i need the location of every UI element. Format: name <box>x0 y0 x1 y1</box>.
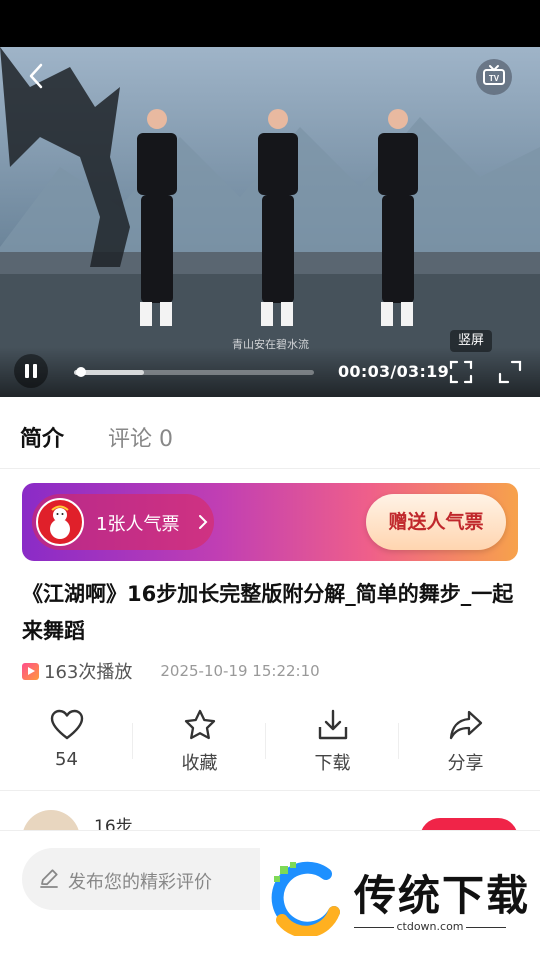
like-button[interactable]: 54 <box>0 703 133 791</box>
heart-icon <box>50 709 83 740</box>
tab-intro[interactable]: 简介 <box>15 421 73 453</box>
like-count: 54 <box>55 749 78 770</box>
player-controls: 00:03/03:19 <box>0 347 540 397</box>
tab-comments[interactable]: 评论 0 <box>108 421 173 453</box>
logo-brand: 传统下载 <box>354 871 531 920</box>
popularity-banner: 1张人气票 赠送人气票 <box>22 483 518 561</box>
share-icon <box>449 710 482 740</box>
fullscreen-icon[interactable] <box>448 359 474 385</box>
svg-text:TV: TV <box>489 74 500 83</box>
download-icon <box>318 709 347 740</box>
snowman-icon <box>36 498 84 546</box>
video-player[interactable]: TV 青山安在碧水流 竖屏 00:03/03:19 <box>0 47 540 397</box>
tv-icon: TV <box>483 65 505 85</box>
download-label: 下载 <box>314 753 351 774</box>
tickets-pill[interactable]: 1张人气票 <box>32 494 214 550</box>
logo-domain: ctdown.com <box>354 920 506 933</box>
progress-bar[interactable] <box>74 367 314 377</box>
comment-input[interactable]: 发布您的精彩评价 <box>22 848 260 910</box>
comment-placeholder: 发布您的精彩评价 <box>68 872 212 893</box>
favorite-label: 收藏 <box>181 753 218 774</box>
video-meta: 163次播放 2025-10-19 15:22:10 <box>22 659 320 683</box>
tickets-label: 1张人气票 <box>96 514 180 535</box>
play-count-icon <box>22 662 39 680</box>
dancer <box>258 109 298 326</box>
dancer <box>378 109 418 326</box>
play-count: 163次播放 <box>44 662 133 683</box>
video-title: 《江湖啊》16步加长完整版附分解_简单的舞步_一起来舞蹈 <box>22 582 514 643</box>
share-button[interactable]: 分享 <box>399 703 532 791</box>
logo-mark-icon <box>271 861 340 936</box>
back-icon[interactable] <box>22 61 52 91</box>
pause-button[interactable] <box>14 354 48 388</box>
favorite-button[interactable]: 收藏 <box>133 703 266 791</box>
site-logo: 传统下载 ctdown.com <box>268 858 528 938</box>
expand-icon[interactable] <box>497 359 523 385</box>
gift-tickets-button[interactable]: 赠送人气票 <box>366 494 506 550</box>
status-bar <box>0 0 540 47</box>
publish-date: 2025-10-19 15:22:10 <box>160 662 320 680</box>
download-button[interactable]: 下载 <box>266 703 399 791</box>
pencil-icon <box>40 869 58 888</box>
star-icon <box>184 709 215 740</box>
progress-knob[interactable] <box>75 367 86 377</box>
action-bar: 54 收藏 下载 分享 <box>0 703 540 791</box>
tab-bar: 简介 评论 0 <box>0 397 540 469</box>
chevron-right-icon <box>199 515 208 529</box>
dancer <box>137 109 177 326</box>
share-label: 分享 <box>447 753 484 774</box>
time-display: 00:03/03:19 <box>338 362 450 381</box>
tv-cast-button[interactable]: TV <box>476 59 512 95</box>
